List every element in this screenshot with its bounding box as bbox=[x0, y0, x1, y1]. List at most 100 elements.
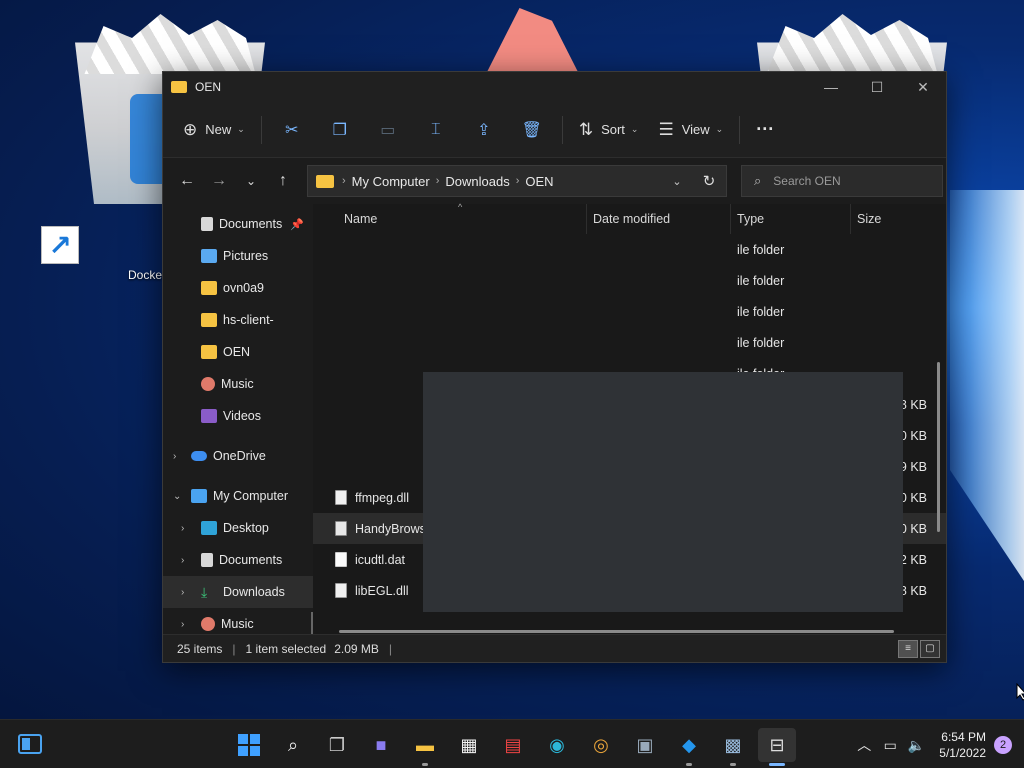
delete-button[interactable]: 🗑 bbox=[508, 112, 556, 148]
address-history-dropdown[interactable]: ⌄ bbox=[662, 175, 692, 188]
chrome-icon: ◎ bbox=[593, 734, 609, 755]
breadcrumb-my-computer[interactable]: My Computer bbox=[352, 174, 430, 189]
sidebar-item-documents-pc[interactable]: › Documents bbox=[163, 544, 313, 576]
computer-icon bbox=[191, 489, 207, 503]
desktop-shortcut-label[interactable]: Docke bbox=[128, 268, 162, 282]
sort-ascending-icon: ^ bbox=[458, 202, 463, 212]
address-row: ← → ⌄ ↑ › My Computer › Downloads › OEN … bbox=[163, 158, 946, 204]
sidebar-item-ovn0a9[interactable]: ovn0a9 bbox=[163, 272, 313, 304]
status-separator: | bbox=[232, 641, 236, 656]
copy-button[interactable]: ❐ bbox=[316, 112, 364, 148]
handy-browser-button[interactable]: ⊟ bbox=[758, 728, 796, 766]
breadcrumb-oen[interactable]: OEN bbox=[525, 174, 553, 189]
volume-icon[interactable]: 🔈 bbox=[903, 737, 929, 754]
address-bar[interactable]: › My Computer › Downloads › OEN ⌄ ↻ bbox=[307, 165, 727, 197]
store-button[interactable]: ▦ bbox=[450, 728, 488, 762]
cut-button[interactable]: ✂ bbox=[268, 112, 316, 148]
rename-icon: ⌶ bbox=[431, 120, 441, 138]
minimize-button[interactable]: — bbox=[808, 72, 854, 102]
edge-button[interactable]: ◉ bbox=[538, 728, 576, 762]
sidebar-item-desktop[interactable]: › Desktop bbox=[163, 512, 313, 544]
close-button[interactable]: ✕ bbox=[900, 72, 946, 102]
file-row[interactable]: ile folder bbox=[313, 265, 946, 296]
breadcrumb-downloads[interactable]: Downloads bbox=[445, 174, 509, 189]
download-icon: ⤓ bbox=[201, 584, 208, 600]
arrow-up-icon: ↑ bbox=[279, 172, 287, 189]
expand-chevron-icon[interactable]: › bbox=[181, 619, 184, 630]
selection-size: 2.09 MB bbox=[334, 641, 379, 656]
new-button[interactable]: ⊕ New ⌄ bbox=[173, 112, 255, 148]
remote-desktop-button[interactable]: ▩ bbox=[714, 728, 752, 766]
column-header-date[interactable]: Date modified bbox=[587, 204, 731, 234]
sidebar-item-label: ovn0a9 bbox=[223, 281, 265, 295]
column-header-label: Size bbox=[857, 212, 882, 226]
document-icon bbox=[201, 553, 213, 567]
application-icon bbox=[335, 521, 347, 536]
selection-count: 1 item selected bbox=[245, 641, 327, 656]
refresh-button[interactable]: ↻ bbox=[692, 172, 726, 190]
back-button[interactable]: ← bbox=[171, 165, 203, 197]
paste-button[interactable]: ▭ bbox=[364, 112, 412, 148]
music-icon bbox=[201, 377, 215, 391]
sidebar-item-music[interactable]: Music bbox=[163, 368, 313, 400]
start-button[interactable] bbox=[230, 728, 268, 762]
sidebar-item-oen[interactable]: OEN bbox=[163, 336, 313, 368]
column-header-size[interactable]: Size bbox=[851, 204, 929, 234]
search-placeholder: Search OEN bbox=[773, 174, 841, 188]
sidebar-item-pictures[interactable]: Pictures bbox=[163, 240, 313, 272]
chevron-down-icon: ⌄ bbox=[245, 174, 257, 188]
widgets-icon[interactable] bbox=[18, 734, 42, 754]
sidebar-item-my-computer[interactable]: ⌄ My Computer bbox=[163, 480, 313, 512]
view-button[interactable]: ☰ View ⌄ bbox=[648, 112, 733, 148]
maximize-button[interactable]: ☐ bbox=[854, 72, 900, 102]
clock[interactable]: 6:54 PM 5/1/2022 bbox=[939, 729, 986, 761]
large-icons-view-button[interactable]: ▢ bbox=[920, 639, 940, 658]
column-header-name[interactable]: ^ Name bbox=[313, 202, 587, 234]
desktop-icon bbox=[201, 521, 217, 535]
docker-button[interactable]: ◆ bbox=[670, 728, 708, 766]
sidebar-item-documents[interactable]: Documents 📌 bbox=[163, 208, 313, 240]
file-row[interactable]: ile folder bbox=[313, 234, 946, 265]
search-button[interactable]: ⌕ bbox=[274, 728, 312, 762]
vertical-scrollbar[interactable] bbox=[937, 362, 940, 532]
expand-chevron-icon[interactable]: › bbox=[181, 555, 184, 566]
expand-chevron-icon[interactable]: › bbox=[181, 587, 184, 598]
chrome-button[interactable]: ◎ bbox=[582, 728, 620, 762]
news-app-button[interactable]: ▤ bbox=[494, 728, 532, 762]
file-row[interactable]: ile folder bbox=[313, 327, 946, 358]
horizontal-scrollbar[interactable] bbox=[339, 630, 894, 633]
notification-badge[interactable]: 2 bbox=[994, 736, 1012, 754]
sort-button[interactable]: ⇅ Sort ⌄ bbox=[569, 112, 649, 148]
expand-chevron-icon[interactable]: › bbox=[173, 451, 176, 462]
share-button[interactable]: ⇪ bbox=[460, 112, 508, 148]
chevron-up-icon[interactable]: ︿ bbox=[851, 735, 877, 755]
title-bar[interactable]: OEN — ☐ ✕ bbox=[163, 72, 946, 102]
music-icon bbox=[201, 617, 215, 631]
sidebar-item-label: Documents bbox=[219, 217, 283, 231]
chat-button[interactable]: ■ bbox=[362, 728, 400, 762]
sort-arrows-icon: ⇅ bbox=[578, 119, 594, 139]
expand-chevron-icon[interactable]: › bbox=[181, 523, 184, 534]
column-header-label: Type bbox=[737, 212, 765, 226]
file-row[interactable]: ile folder bbox=[313, 296, 946, 327]
forward-button[interactable]: → bbox=[203, 165, 235, 197]
sidebar-item-onedrive[interactable]: › OneDrive bbox=[163, 440, 313, 472]
up-button[interactable]: ↑ bbox=[267, 165, 299, 197]
arrow-left-icon: ← bbox=[179, 172, 195, 189]
docker-shortcut-icon[interactable]: ↗ bbox=[41, 226, 79, 264]
search-box[interactable]: ⌕ Search OEN bbox=[741, 165, 943, 197]
task-view-button[interactable]: ❐ bbox=[318, 728, 356, 762]
rename-button[interactable]: ⌶ bbox=[412, 112, 460, 148]
sidebar-item-hs-client[interactable]: hs-client- bbox=[163, 304, 313, 336]
details-view-button[interactable]: ≡ bbox=[898, 639, 918, 658]
recent-locations-button[interactable]: ⌄ bbox=[235, 165, 267, 197]
app-button[interactable]: ▣ bbox=[626, 728, 664, 762]
collapse-chevron-icon[interactable]: ⌄ bbox=[173, 491, 181, 502]
column-header-type[interactable]: Type bbox=[731, 204, 851, 234]
sidebar-item-label: OneDrive bbox=[213, 449, 266, 463]
network-icon[interactable]: ▭ bbox=[877, 737, 903, 754]
more-options-button[interactable]: ··· bbox=[746, 112, 784, 148]
sidebar-item-downloads[interactable]: › ⤓ Downloads bbox=[163, 576, 313, 608]
file-explorer-taskbar-button[interactable]: ▬ bbox=[406, 728, 444, 766]
sidebar-item-videos[interactable]: Videos bbox=[163, 400, 313, 432]
